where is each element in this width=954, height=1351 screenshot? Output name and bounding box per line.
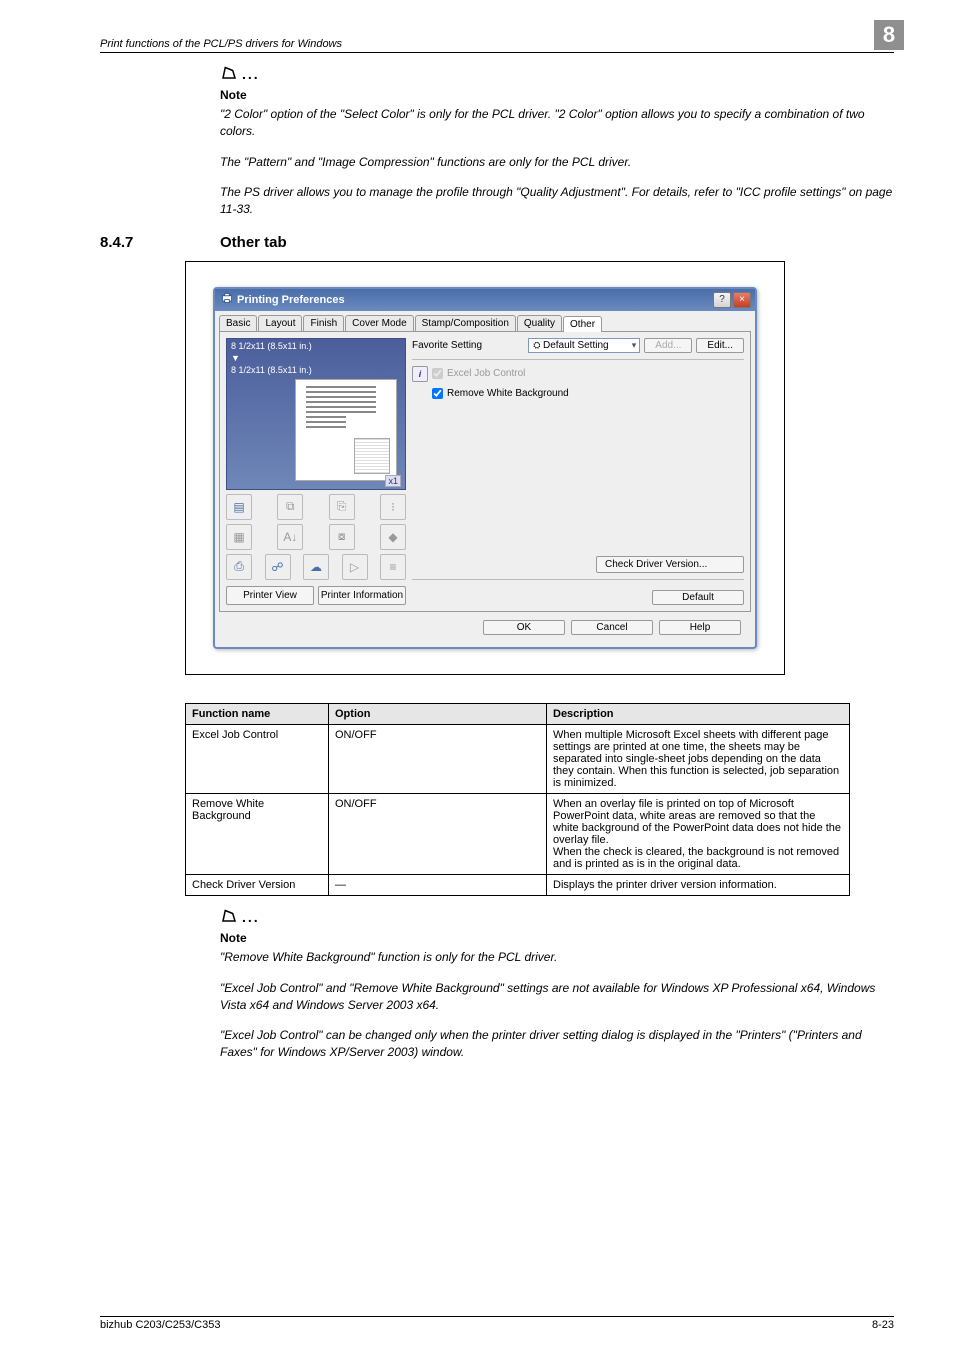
note-text-1: "2 Color" option of the "Select Color" i… xyxy=(220,106,894,140)
th-description: Description xyxy=(547,703,850,724)
cell-desc: When an overlay file is printed on top o… xyxy=(547,793,850,874)
cell-desc: Displays the printer driver version info… xyxy=(547,874,850,895)
cell-option: — xyxy=(329,874,547,895)
default-button[interactable]: Default xyxy=(652,590,744,605)
add-button[interactable]: Add... xyxy=(644,338,692,353)
watermark-icon: A↓ xyxy=(277,524,303,550)
cancel-button[interactable]: Cancel xyxy=(571,620,653,635)
note-text-2: "Excel Job Control" and "Remove White Ba… xyxy=(220,980,894,1014)
tab-quality[interactable]: Quality xyxy=(517,315,562,331)
excel-job-control-checkbox[interactable] xyxy=(432,368,443,379)
copy-icon: ⎙ xyxy=(226,554,252,580)
combine-icon: ⧉ xyxy=(277,494,303,520)
staple-icon: ⎘ xyxy=(329,494,355,520)
footer-right: 8-23 xyxy=(872,1319,894,1331)
cell-option: ON/OFF xyxy=(329,793,547,874)
help-button[interactable]: ? xyxy=(713,292,731,308)
favorite-setting-select[interactable]: ⛭ Default Setting xyxy=(528,338,640,353)
titlebar[interactable]: Printing Preferences ? × xyxy=(215,289,755,311)
punch-icon: ⁝ xyxy=(380,494,406,520)
remove-white-background-label: Remove White Background xyxy=(447,388,569,399)
tab-layout[interactable]: Layout xyxy=(258,315,302,331)
tab-basic[interactable]: Basic xyxy=(219,315,257,331)
note-dots: ... xyxy=(242,909,260,925)
stamp2-icon: ▷ xyxy=(342,554,368,580)
section-number: 8.4.7 xyxy=(100,234,220,251)
preview-paper-size-2: 8 1/2x11 (8.5x11 in.) xyxy=(227,363,405,377)
note-text-3: The PS driver allows you to manage the p… xyxy=(220,184,894,218)
booklet-icon: ▤ xyxy=(226,494,252,520)
th-option: Option xyxy=(329,703,547,724)
close-button[interactable]: × xyxy=(733,292,751,308)
note-bottom: ... Note "Remove White Background" funct… xyxy=(220,906,894,1061)
section-title: Other tab xyxy=(220,234,287,251)
preview-paper-size-1: 8 1/2x11 (8.5x11 in.) xyxy=(227,339,405,353)
favorite-setting-value: Default Setting xyxy=(543,340,609,351)
note-text-1: "Remove White Background" function is on… xyxy=(220,949,894,966)
tab-stamp-composition[interactable]: Stamp/Composition xyxy=(415,315,516,331)
edit-button[interactable]: Edit... xyxy=(696,338,744,353)
overlay-icon: ▦ xyxy=(226,524,252,550)
note-dots: ... xyxy=(242,66,260,82)
check-driver-version-button[interactable]: Check Driver Version... xyxy=(596,556,744,573)
folder-icon: ☁ xyxy=(303,554,329,580)
tab-finish[interactable]: Finish xyxy=(303,315,344,331)
dialog-help-button[interactable]: Help xyxy=(659,620,741,635)
table-row: Remove White Background ON/OFF When an o… xyxy=(186,793,850,874)
cell-func: Check Driver Version xyxy=(186,874,329,895)
secure-icon: ☍ xyxy=(265,554,291,580)
note-top: ... Note "2 Color" option of the "Select… xyxy=(220,63,894,218)
table-row: Check Driver Version — Displays the prin… xyxy=(186,874,850,895)
preview-box: 8 1/2x11 (8.5x11 in.) ▼ 8 1/2x11 (8.5x11… xyxy=(226,338,406,490)
favorite-setting-label: Favorite Setting xyxy=(412,340,482,351)
info-icon[interactable]: i xyxy=(412,366,428,382)
screenshot-wrap: Printing Preferences ? × Basic Layout Fi… xyxy=(185,261,785,675)
note-icon xyxy=(220,63,238,86)
note-icon xyxy=(220,906,238,929)
tab-cover-mode[interactable]: Cover Mode xyxy=(345,315,413,331)
th-function-name: Function name xyxy=(186,703,329,724)
preview-zoom: x1 xyxy=(385,475,401,487)
printer-view-button[interactable]: Printer View xyxy=(226,586,314,605)
header-title: Print functions of the PCL/PS drivers fo… xyxy=(100,38,342,50)
table-row: Excel Job Control ON/OFF When multiple M… xyxy=(186,724,850,793)
printer-information-button[interactable]: Printer Information xyxy=(318,586,406,605)
cell-desc: When multiple Microsoft Excel sheets wit… xyxy=(547,724,850,793)
cell-func: Remove White Background xyxy=(186,793,329,874)
tab-other[interactable]: Other xyxy=(563,316,602,332)
printer-icon xyxy=(221,292,233,307)
note-text-2: The "Pattern" and "Image Compression" fu… xyxy=(220,154,894,171)
cell-option: ON/OFF xyxy=(329,724,547,793)
printing-preferences-dialog: Printing Preferences ? × Basic Layout Fi… xyxy=(213,287,757,649)
remove-white-background-checkbox[interactable] xyxy=(432,388,443,399)
function-table: Function name Option Description Excel J… xyxy=(185,703,850,896)
ok-button[interactable]: OK xyxy=(483,620,565,635)
footer-left: bizhub C203/C253/C353 xyxy=(100,1319,220,1331)
stamp-icon: ⧇ xyxy=(329,524,355,550)
excel-job-control-label: Excel Job Control xyxy=(447,368,525,379)
tab-bar: Basic Layout Finish Cover Mode Stamp/Com… xyxy=(215,311,755,331)
note-text-3: "Excel Job Control" can be changed only … xyxy=(220,1027,894,1061)
lines-icon: ≡ xyxy=(380,554,406,580)
note-label: Note xyxy=(220,931,894,945)
cell-func: Excel Job Control xyxy=(186,724,329,793)
dialog-title: Printing Preferences xyxy=(237,294,345,306)
note-label: Note xyxy=(220,88,894,102)
chapter-number: 8 xyxy=(874,20,904,50)
color-icon: ◆ xyxy=(380,524,406,550)
